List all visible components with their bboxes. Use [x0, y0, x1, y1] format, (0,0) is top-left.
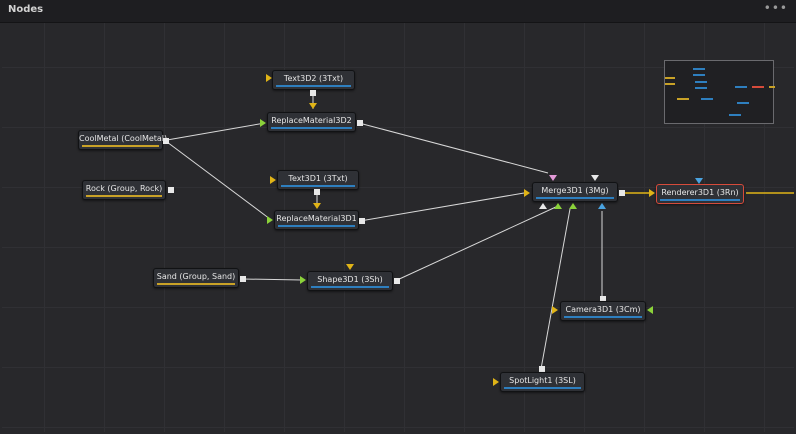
node-camera-label: Camera3D1 (3Cm) [565, 305, 641, 314]
sand-output-port[interactable] [240, 276, 246, 282]
minimap-node [665, 83, 675, 85]
merge-bottom-input-c-icon[interactable] [569, 203, 577, 209]
node-spotlight1[interactable]: SpotLight1 (3SL) [500, 372, 585, 392]
node-rock-label: Rock (Group, Rock) [85, 184, 163, 193]
shape-input-arrow-icon[interactable] [300, 276, 306, 284]
minimap-node [677, 98, 689, 100]
minimap-node [735, 86, 747, 88]
node-replacematerial3d2[interactable]: ReplaceMaterial3D2 [267, 112, 356, 132]
node-shape-color-bar [311, 286, 389, 288]
minimap-node [769, 86, 775, 88]
node-text3d2-label: Text3D2 (3Txt) [283, 74, 344, 83]
node-text3d2-color-bar [276, 85, 351, 87]
shape-top-input-arrow-icon[interactable] [346, 264, 354, 270]
replace2-output-port[interactable] [357, 120, 363, 126]
wire-sand-to-shape [242, 278, 303, 281]
node-camera-color-bar [564, 316, 642, 318]
node-replace1-color-bar [278, 225, 355, 227]
node-text3d2[interactable]: Text3D2 (3Txt) [272, 70, 355, 90]
spotlight-input-arrow-icon[interactable] [493, 378, 499, 386]
minimap-node [693, 74, 705, 76]
minimap-node [752, 86, 764, 88]
minimap-node [695, 87, 707, 89]
coolmetal-output-port[interactable] [163, 138, 169, 144]
minimap-node [729, 114, 741, 116]
camera-input-arrow-icon[interactable] [552, 306, 558, 314]
node-coolmetal-color-bar [82, 145, 159, 147]
wire-replace1-to-merge [359, 192, 525, 222]
node-spotlight-color-bar [504, 387, 581, 389]
merge-left-input-arrow-icon[interactable] [524, 189, 530, 197]
node-rock-color-bar [86, 195, 162, 197]
replace2-input-arrow-icon[interactable] [309, 103, 317, 109]
node-replacematerial3d1[interactable]: ReplaceMaterial3D1 [274, 210, 359, 230]
camera-side-input-arrow-icon[interactable] [647, 306, 653, 314]
minimap-node [693, 68, 705, 70]
node-navigator-minimap[interactable] [664, 60, 775, 124]
node-text3d1-label: Text3D1 (3Txt) [288, 174, 348, 183]
node-merge3d1[interactable]: Merge3D1 (3Mg) [532, 182, 618, 202]
merge-bottom-input-b-icon[interactable] [554, 203, 562, 209]
node-coolmetal[interactable]: CoolMetal (CoolMetal) [78, 130, 168, 150]
minimap-node [737, 102, 749, 104]
merge-input-arrow-icon[interactable] [591, 175, 599, 181]
wire-coolmetal-to-replace1 [166, 141, 271, 220]
node-text3d1[interactable]: Text3D1 (3Txt) [277, 170, 359, 190]
renderer-input-arrow-icon[interactable] [649, 189, 655, 197]
replace1-input-arrow-icon[interactable] [313, 203, 321, 209]
merge-bottom-input-a-icon[interactable] [539, 203, 547, 209]
node-sand[interactable]: Sand (Group, Sand) [153, 268, 239, 288]
merge-output-port[interactable] [619, 190, 625, 196]
panel-header: Nodes ••• [0, 0, 796, 23]
shape-output-port[interactable] [394, 278, 400, 284]
wire-shape-to-merge [394, 205, 559, 282]
node-shape-label: Shape3D1 (3Sh) [317, 275, 383, 284]
merge-scene-input-arrow-icon[interactable] [549, 175, 557, 181]
node-replace1-label: ReplaceMaterial3D1 [276, 214, 357, 223]
replace1-output-port[interactable] [359, 218, 365, 224]
node-renderer-label: Renderer3D1 (3Rn) [661, 188, 739, 197]
node-spotlight-label: SpotLight1 (3SL) [509, 376, 576, 385]
merge-bottom-input-d-icon[interactable] [598, 203, 606, 209]
wire-coolmetal-to-replace2 [166, 122, 266, 141]
node-sand-label: Sand (Group, Sand) [156, 272, 236, 281]
node-rock[interactable]: Rock (Group, Rock) [82, 180, 166, 200]
text3d2-output-port[interactable] [310, 90, 316, 96]
node-shape3d1[interactable]: Shape3D1 (3Sh) [307, 271, 393, 291]
wire-replace2-to-merge [358, 122, 549, 174]
node-editor-canvas[interactable]: Text3D2 (3Txt) ReplaceMaterial3D2 CoolMe… [2, 23, 794, 432]
node-renderer3d1[interactable]: Renderer3D1 (3Rn) [656, 184, 744, 204]
replace2-side-input-arrow-icon[interactable] [260, 119, 266, 127]
replace1-side-input-arrow-icon[interactable] [267, 216, 273, 224]
node-renderer-color-bar [660, 199, 740, 201]
node-replace2-label: ReplaceMaterial3D2 [271, 116, 352, 125]
node-replace2-color-bar [271, 127, 352, 129]
panel-title: Nodes [8, 4, 44, 15]
nodes-panel: Nodes ••• Text3D2 (3Txt) ReplaceMaterial… [0, 0, 796, 434]
node-merge-label: Merge3D1 (3Mg) [541, 186, 609, 195]
node-sand-color-bar [157, 283, 235, 285]
node-merge-color-bar [536, 197, 614, 199]
minimap-node [695, 81, 707, 83]
node-text3d1-color-bar [281, 185, 355, 187]
rock-output-port[interactable] [168, 187, 174, 193]
wire-spotlight-to-merge [540, 208, 571, 370]
text3d1-output-port[interactable] [314, 189, 320, 195]
text3d1-input-arrow-icon[interactable] [270, 176, 276, 184]
minimap-node [701, 98, 713, 100]
minimap-node [665, 77, 675, 79]
node-coolmetal-label: CoolMetal (CoolMetal) [79, 134, 168, 143]
panel-options-menu-icon[interactable]: ••• [764, 1, 788, 15]
node-camera3d1[interactable]: Camera3D1 (3Cm) [560, 301, 646, 321]
